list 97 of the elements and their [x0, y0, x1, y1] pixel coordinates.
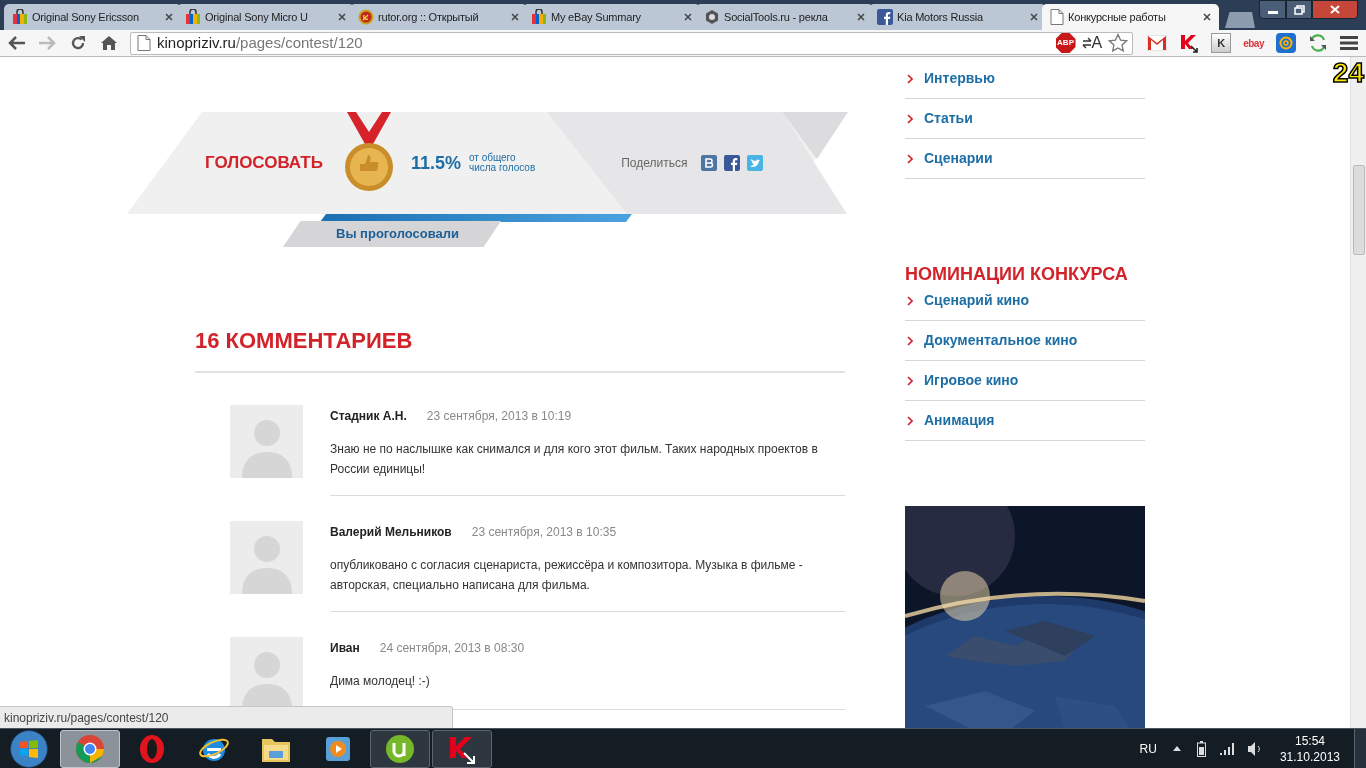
tab-title: Kia Motors Russia: [897, 9, 984, 25]
close-window-button[interactable]: [1312, 0, 1358, 19]
battery-icon[interactable]: [1196, 740, 1206, 757]
bookmark-star-icon[interactable]: [1108, 33, 1129, 53]
chevron-icon: [907, 73, 913, 84]
clock-time: 15:54: [1294, 732, 1325, 749]
chevron-icon: [907, 295, 913, 306]
comment-date: 24 сентября, 2013 в 08:30: [379, 640, 525, 657]
status-bubble: kinopriziv.ru/pages/contest/120: [0, 706, 453, 728]
sidebar-link[interactable]: Сценарии: [924, 148, 993, 169]
close-icon[interactable]: [165, 13, 173, 21]
comment-text: Знаю не по наслышке как снимался и для кого этот фильм. Таких народных проектов в России единицы!: [330, 441, 819, 478]
speaker-icon[interactable]: [1247, 741, 1262, 756]
start-button[interactable]: [10, 729, 48, 768]
tab-title: Конкурсные работы: [1068, 9, 1167, 25]
browser-tab[interactable]: rutor.org :: Открытый: [350, 4, 527, 30]
medal-icon: [342, 112, 395, 194]
hexagon-icon: [704, 9, 720, 25]
minimize-icon: [1267, 11, 1278, 14]
new-tab-button[interactable]: [1225, 12, 1255, 28]
restore-icon: [1293, 4, 1305, 15]
k-arrow-icon[interactable]: [1179, 33, 1200, 53]
close-icon[interactable]: [1203, 13, 1211, 21]
menu-icon[interactable]: [1340, 35, 1358, 51]
chevron-icon: [907, 415, 913, 426]
vote-percent: 11.5%: [410, 151, 461, 175]
tab-title: Original Sony Micro U: [205, 9, 309, 25]
shopping-bag-icon: [185, 9, 201, 25]
restore-button[interactable]: [1286, 0, 1312, 19]
nominations-heading: НОМИНАЦИИ КОНКУРСА: [905, 263, 1129, 286]
utorrent-icon: [385, 733, 415, 764]
comment-date: 23 сентября, 2013 в 10:19: [426, 408, 572, 425]
chrome-icon: [75, 733, 105, 764]
clock[interactable]: 15:54 31.10.2013: [1279, 732, 1340, 765]
scrollbar-thumb[interactable]: [1352, 165, 1365, 255]
taskbar-app[interactable]: [432, 729, 492, 768]
sidebar-link[interactable]: Статьи: [924, 108, 973, 129]
star-badge-icon: [358, 9, 374, 25]
vote-percent-caption: от общего числа голосов: [468, 153, 536, 173]
comment-date: 23 сентября, 2013 в 10:35: [471, 524, 617, 541]
close-icon[interactable]: [857, 13, 865, 21]
chevron-icon: [907, 153, 913, 164]
close-icon[interactable]: [684, 13, 692, 21]
close-icon: [1330, 5, 1340, 14]
clock-date: 31.10.2013: [1279, 748, 1340, 765]
facebook-icon: [877, 9, 893, 25]
share-label: Поделиться: [621, 155, 688, 172]
address-bar[interactable]: kinopriziv.ru/pages/contest/120 ABP A: [130, 31, 1134, 55]
at-sign-icon[interactable]: [1276, 33, 1296, 53]
back-arrow-icon[interactable]: [8, 35, 26, 51]
sidebar-link[interactable]: Документальное кино: [924, 330, 1078, 351]
comment-author: Валерий Мельников: [330, 524, 452, 541]
reload-icon[interactable]: [70, 35, 86, 51]
sidebar-link[interactable]: Игровое кино: [924, 370, 1019, 391]
close-icon[interactable]: [511, 13, 519, 21]
url-text: kinopriziv.ru/pages/contest/120: [157, 32, 363, 53]
tab-title: rutor.org :: Открытый: [378, 9, 480, 25]
browser-tab[interactable]: Конкурсные работы: [1042, 4, 1219, 30]
caret-up-icon[interactable]: [1172, 746, 1181, 751]
chevron-icon: [907, 113, 913, 124]
page-icon: [1050, 9, 1064, 25]
sidebar-link[interactable]: Сценарий кино: [924, 290, 1030, 311]
keyboard-key-icon[interactable]: K: [1211, 33, 1232, 53]
taskbar-app[interactable]: [370, 729, 430, 768]
ebay-logo[interactable]: ebay: [1243, 35, 1264, 51]
vk-icon[interactable]: [701, 155, 718, 171]
minimize-button[interactable]: [1259, 0, 1286, 19]
adblock-icon[interactable]: ABP: [1055, 33, 1076, 53]
frame-counter: 24: [1332, 59, 1364, 87]
shopping-bag-icon: [12, 9, 28, 25]
windows-logo-icon: [19, 738, 39, 759]
chevron-icon: [907, 335, 913, 346]
comments-heading: 16 КОММЕНТАРИЕВ: [195, 327, 414, 355]
tab-title: My eBay Summary: [551, 9, 642, 25]
shopping-bag-icon: [531, 9, 547, 25]
facebook-icon: [724, 155, 741, 171]
taskbar-app[interactable]: [60, 729, 120, 768]
close-icon[interactable]: [1030, 13, 1038, 21]
signal-bars-icon[interactable]: [1219, 742, 1236, 755]
language-indicator[interactable]: RU: [1139, 739, 1157, 758]
sidebar-link[interactable]: Интервью: [924, 68, 995, 89]
comment-text: опубликовано с согласия сценариста, режиссёра и композитора. Музыка в фильме - авторская, специально написана для фильма.: [330, 557, 804, 594]
sync-icon[interactable]: [1308, 33, 1328, 53]
page-icon: [137, 35, 151, 51]
close-icon[interactable]: [338, 13, 346, 21]
sidebar-link[interactable]: Анимация: [924, 410, 995, 431]
chevron-icon: [907, 375, 913, 386]
vote-button[interactable]: ГОЛОСОВАТЬ: [205, 150, 323, 176]
tab-title: Original Sony Ericsson: [32, 9, 140, 25]
comment-author: Стадник А.Н.: [330, 408, 407, 425]
comment-text: Дима молодец! :-): [330, 673, 431, 690]
tab-title: SocialTools.ru - рекла: [724, 9, 829, 25]
mail-envelope-icon[interactable]: [1147, 35, 1168, 51]
opera-icon: [139, 733, 165, 764]
voted-label: Вы проголосовали: [283, 221, 501, 247]
home-icon[interactable]: [100, 35, 118, 51]
comment-author: Иван: [330, 640, 360, 657]
